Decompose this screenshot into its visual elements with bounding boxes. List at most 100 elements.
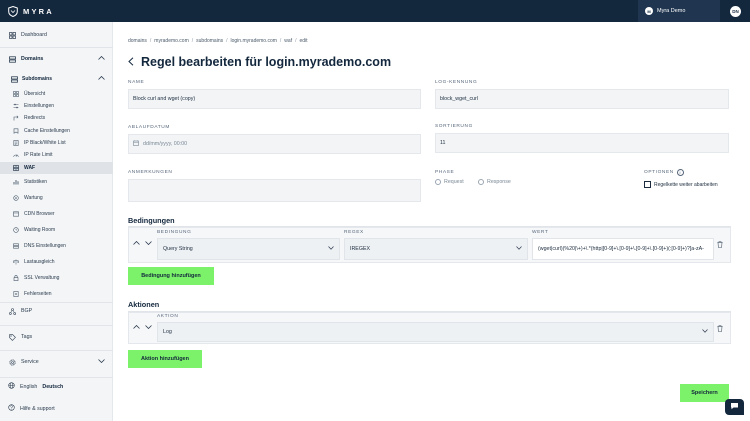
value-input[interactable]: (wget|curl)(%20|\+)+\.*(http|[0-9]+\.[0-… bbox=[532, 238, 714, 260]
breadcrumb-item: edit bbox=[299, 38, 308, 44]
sidebar-item-label: BGP bbox=[21, 308, 33, 314]
radio-circle bbox=[435, 179, 441, 185]
sidebar-item-help[interactable]: Hilfe & support bbox=[8, 404, 55, 413]
sidebar-item-waf[interactable]: WAF bbox=[0, 162, 113, 174]
grid-icon bbox=[12, 90, 20, 98]
sidebar-item-ssl-management[interactable]: SSL Verwaltung bbox=[0, 272, 113, 284]
phase-label: PHASE bbox=[435, 170, 455, 175]
shield-logo-icon bbox=[8, 5, 18, 17]
info-icon[interactable]: i bbox=[676, 169, 684, 176]
sidebar-divider bbox=[0, 325, 113, 326]
list-icon bbox=[12, 139, 20, 147]
chevron-up-icon[interactable] bbox=[132, 239, 140, 247]
sidebar-item-dashboard[interactable]: Dashboard bbox=[0, 28, 113, 42]
regex-select[interactable]: IREGEX bbox=[344, 238, 528, 260]
user-menu-avatar[interactable]: DN bbox=[730, 6, 741, 17]
log-id-input[interactable]: block_wget_curl bbox=[435, 89, 729, 109]
name-label: NAME bbox=[128, 80, 145, 85]
chevron-down-icon[interactable] bbox=[144, 239, 152, 247]
add-action-button[interactable]: Aktion hinzufügen bbox=[128, 350, 202, 368]
breadcrumb-item[interactable]: waf bbox=[284, 38, 292, 44]
chat-widget-button[interactable] bbox=[725, 399, 744, 415]
main-content: domains / myrademo.com / subdomains / login.my… bbox=[113, 22, 750, 421]
trash-icon[interactable] bbox=[716, 240, 724, 248]
continue-chain-checkbox[interactable]: Regelkette weiter abarbeiten bbox=[644, 181, 718, 188]
chevron-up-icon[interactable] bbox=[132, 323, 140, 331]
sidebar-item-dns-settings[interactable]: DNS Einstellungen bbox=[0, 240, 113, 252]
phase-response-radio[interactable]: Response bbox=[478, 179, 511, 185]
options-label-row: OPTIONEN i bbox=[644, 169, 684, 176]
brand-name: MYRA bbox=[23, 6, 54, 16]
sidebar-item-domains[interactable]: Domains bbox=[0, 52, 113, 66]
actions-title: Aktionen bbox=[128, 300, 160, 309]
sidebar-item-cache-settings[interactable]: Cache Einstellungen bbox=[0, 125, 113, 137]
sidebar-item-overview[interactable]: Übersicht bbox=[0, 88, 113, 100]
breadcrumb-item[interactable]: login.myrademo.com bbox=[231, 38, 277, 44]
chevron-down-icon[interactable] bbox=[144, 323, 152, 331]
sidebar-item-settings[interactable]: Einstellungen bbox=[0, 100, 113, 112]
sidebar-item-redirects[interactable]: Redirects bbox=[0, 112, 113, 124]
checkbox-box bbox=[644, 181, 651, 188]
add-condition-button[interactable]: Bedingung hinzufügen bbox=[128, 267, 214, 285]
balance-icon bbox=[12, 258, 20, 266]
sidebar-item-label: SSL Verwaltung bbox=[24, 275, 60, 281]
condition-select[interactable]: Query String bbox=[157, 238, 340, 260]
bar-chart-icon bbox=[12, 178, 20, 186]
chevron-down-icon bbox=[98, 359, 105, 365]
sidebar-item-cdn-browser[interactable]: CDN Browser bbox=[0, 208, 113, 220]
browser-icon bbox=[12, 210, 20, 218]
sidebar-item-subdomains[interactable]: Subdomains bbox=[0, 73, 113, 85]
back-arrow-icon[interactable] bbox=[128, 56, 134, 68]
save-button[interactable]: Speichern bbox=[680, 384, 729, 402]
breadcrumb-item[interactable]: subdomains bbox=[196, 38, 223, 44]
chevron-up-icon bbox=[98, 75, 105, 82]
chat-icon bbox=[730, 402, 739, 412]
account-avatar: M bbox=[645, 7, 653, 15]
error-page-icon bbox=[12, 290, 20, 298]
notes-textarea[interactable] bbox=[128, 179, 421, 202]
sidebar-divider bbox=[0, 47, 113, 48]
breadcrumb: domains / myrademo.com / subdomains / login.my… bbox=[128, 38, 308, 44]
sidebar-item-tags[interactable]: Tags bbox=[0, 330, 113, 344]
redirect-icon bbox=[12, 114, 20, 122]
condition-value: Query String bbox=[163, 246, 193, 252]
sidebar-item-ip-black-white-list[interactable]: IP Black/White List bbox=[0, 137, 113, 149]
sidebar-item-waiting-room[interactable]: Waiting Room bbox=[0, 224, 113, 236]
sidebar-item-maintenance[interactable]: Wartung bbox=[0, 192, 113, 204]
sidebar-item-statistics[interactable]: Statistiken bbox=[0, 176, 113, 188]
sidebar-item-error-pages[interactable]: Fehlerseiten bbox=[0, 288, 113, 300]
brand-logo[interactable]: MYRA bbox=[8, 5, 54, 17]
breadcrumb-item[interactable]: domains bbox=[128, 38, 147, 44]
sidebar-item-label: Übersicht bbox=[24, 91, 46, 97]
sliders-icon bbox=[12, 102, 20, 110]
action-value: Log bbox=[163, 329, 172, 335]
sidebar: Dashboard Domains Subdomains Übersicht E… bbox=[0, 22, 113, 421]
sidebar-item-load-balancing[interactable]: Lastausgleich bbox=[0, 256, 113, 268]
sidebar-item-ip-rate-limit[interactable]: IP Rate Limit bbox=[0, 149, 113, 161]
sidebar-item-label: Lastausgleich bbox=[24, 259, 55, 265]
radio-circle bbox=[478, 179, 484, 185]
sidebar-item-label: Statistiken bbox=[24, 179, 48, 185]
action-column-label: AKTION bbox=[157, 314, 179, 319]
language-english[interactable]: English bbox=[20, 384, 37, 390]
trash-icon[interactable] bbox=[716, 324, 724, 332]
sidebar-item-bgp[interactable]: BGP bbox=[0, 304, 113, 318]
sidebar-divider bbox=[0, 302, 113, 303]
sort-input[interactable]: 11 bbox=[435, 133, 729, 153]
dns-icon bbox=[12, 242, 20, 250]
breadcrumb-item[interactable]: myrademo.com bbox=[154, 38, 188, 44]
account-switcher[interactable]: M Myra Demo bbox=[638, 0, 720, 22]
help-label: Hilfe & support bbox=[20, 405, 55, 412]
name-input[interactable]: Block curl and wget (copy) bbox=[128, 89, 421, 109]
sidebar-item-label: Dashboard bbox=[21, 32, 47, 38]
language-switcher[interactable]: English Deutsch bbox=[8, 382, 63, 391]
expiry-date-input[interactable]: dd/mm/yyyy, 00:00 bbox=[128, 134, 421, 154]
language-deutsch[interactable]: Deutsch bbox=[42, 384, 63, 390]
action-select[interactable]: Log bbox=[157, 322, 714, 342]
sidebar-item-service[interactable]: Service bbox=[0, 355, 113, 369]
phase-request-radio[interactable]: Request bbox=[435, 179, 464, 185]
expiry-label: ABLAUFDATUM bbox=[128, 125, 170, 130]
domains-icon bbox=[8, 55, 16, 63]
page-header: Regel bearbeiten für login.myrademo.com bbox=[128, 55, 391, 69]
sidebar-item-label: Fehlerseiten bbox=[24, 291, 52, 297]
